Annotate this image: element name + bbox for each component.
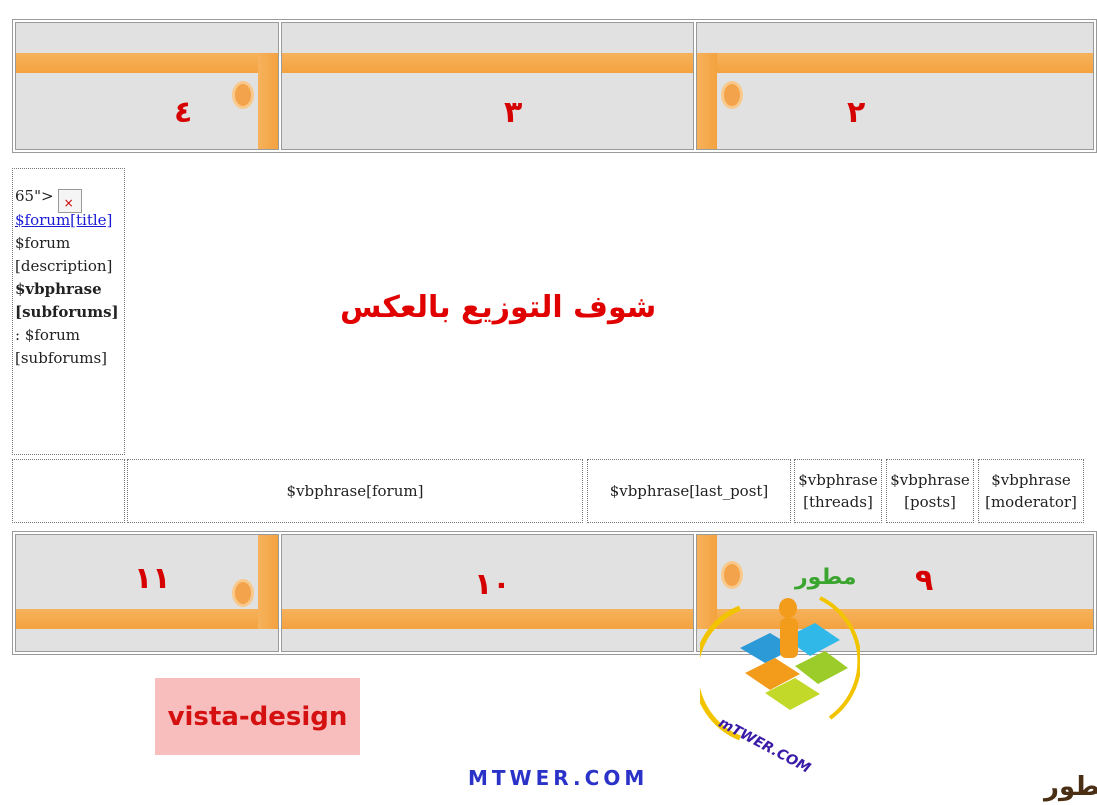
cell-number: ٣ [504, 95, 523, 130]
forum-info-cell: 65"> × $forum[title] $forum [description]… [12, 168, 125, 455]
cell-number: ٤ [174, 95, 193, 130]
template-prefix: 65"> [15, 187, 54, 205]
empty-header-cell [12, 459, 125, 523]
subforums-bold: [subforums] [15, 303, 119, 321]
cell-number: ١١ [134, 561, 171, 596]
forum-subforums-line1: : $forum [15, 326, 81, 344]
vbphrase-bold: $vbphrase [15, 280, 102, 298]
cell-number: ١٠ [474, 567, 511, 602]
svg-text:mTWER.COM: mTWER.COM [716, 715, 813, 777]
mtwer-logo-icon: مطور mTWER.COM [700, 565, 860, 777]
top-cell-2: ٢ [696, 22, 1094, 150]
moderator-header: $vbphrase [moderator] [978, 459, 1084, 523]
forum-header: $vbphrase[forum] [127, 459, 583, 523]
bottom-image-strip: ١١ ١٠ ٩ [12, 531, 1097, 655]
cell-number: ٢ [847, 95, 866, 130]
forum-description: [description] [15, 257, 113, 275]
bottom-cell-11: ١١ [15, 534, 279, 652]
posts-header: $vbphrase [posts] [886, 459, 974, 523]
threads-header: $vbphrase [threads] [794, 459, 882, 523]
note-text: شوف التوزيع بالعكس [340, 290, 657, 325]
orange-knob [232, 81, 254, 109]
forum-var: $forum [15, 234, 71, 252]
orange-knob [232, 579, 254, 607]
vista-design-label: vista-design [155, 678, 360, 755]
last-post-header: $vbphrase[last_post] [587, 459, 791, 523]
top-image-strip: ٤ ٣ ٢ [12, 19, 1097, 153]
top-cell-4: ٤ [15, 22, 279, 150]
svg-text:مطور: مطور [794, 565, 857, 590]
corner-logo: مطور [1044, 772, 1097, 802]
forum-subforums-line2: [subforums] [15, 349, 107, 367]
site-name: MTWER.COM [468, 766, 649, 790]
orange-knob [721, 81, 743, 109]
bottom-cell-10: ١٠ [281, 534, 694, 652]
top-cell-3: ٣ [281, 22, 694, 150]
cell-number: ٩ [915, 563, 934, 598]
broken-image-icon: × [57, 189, 82, 213]
